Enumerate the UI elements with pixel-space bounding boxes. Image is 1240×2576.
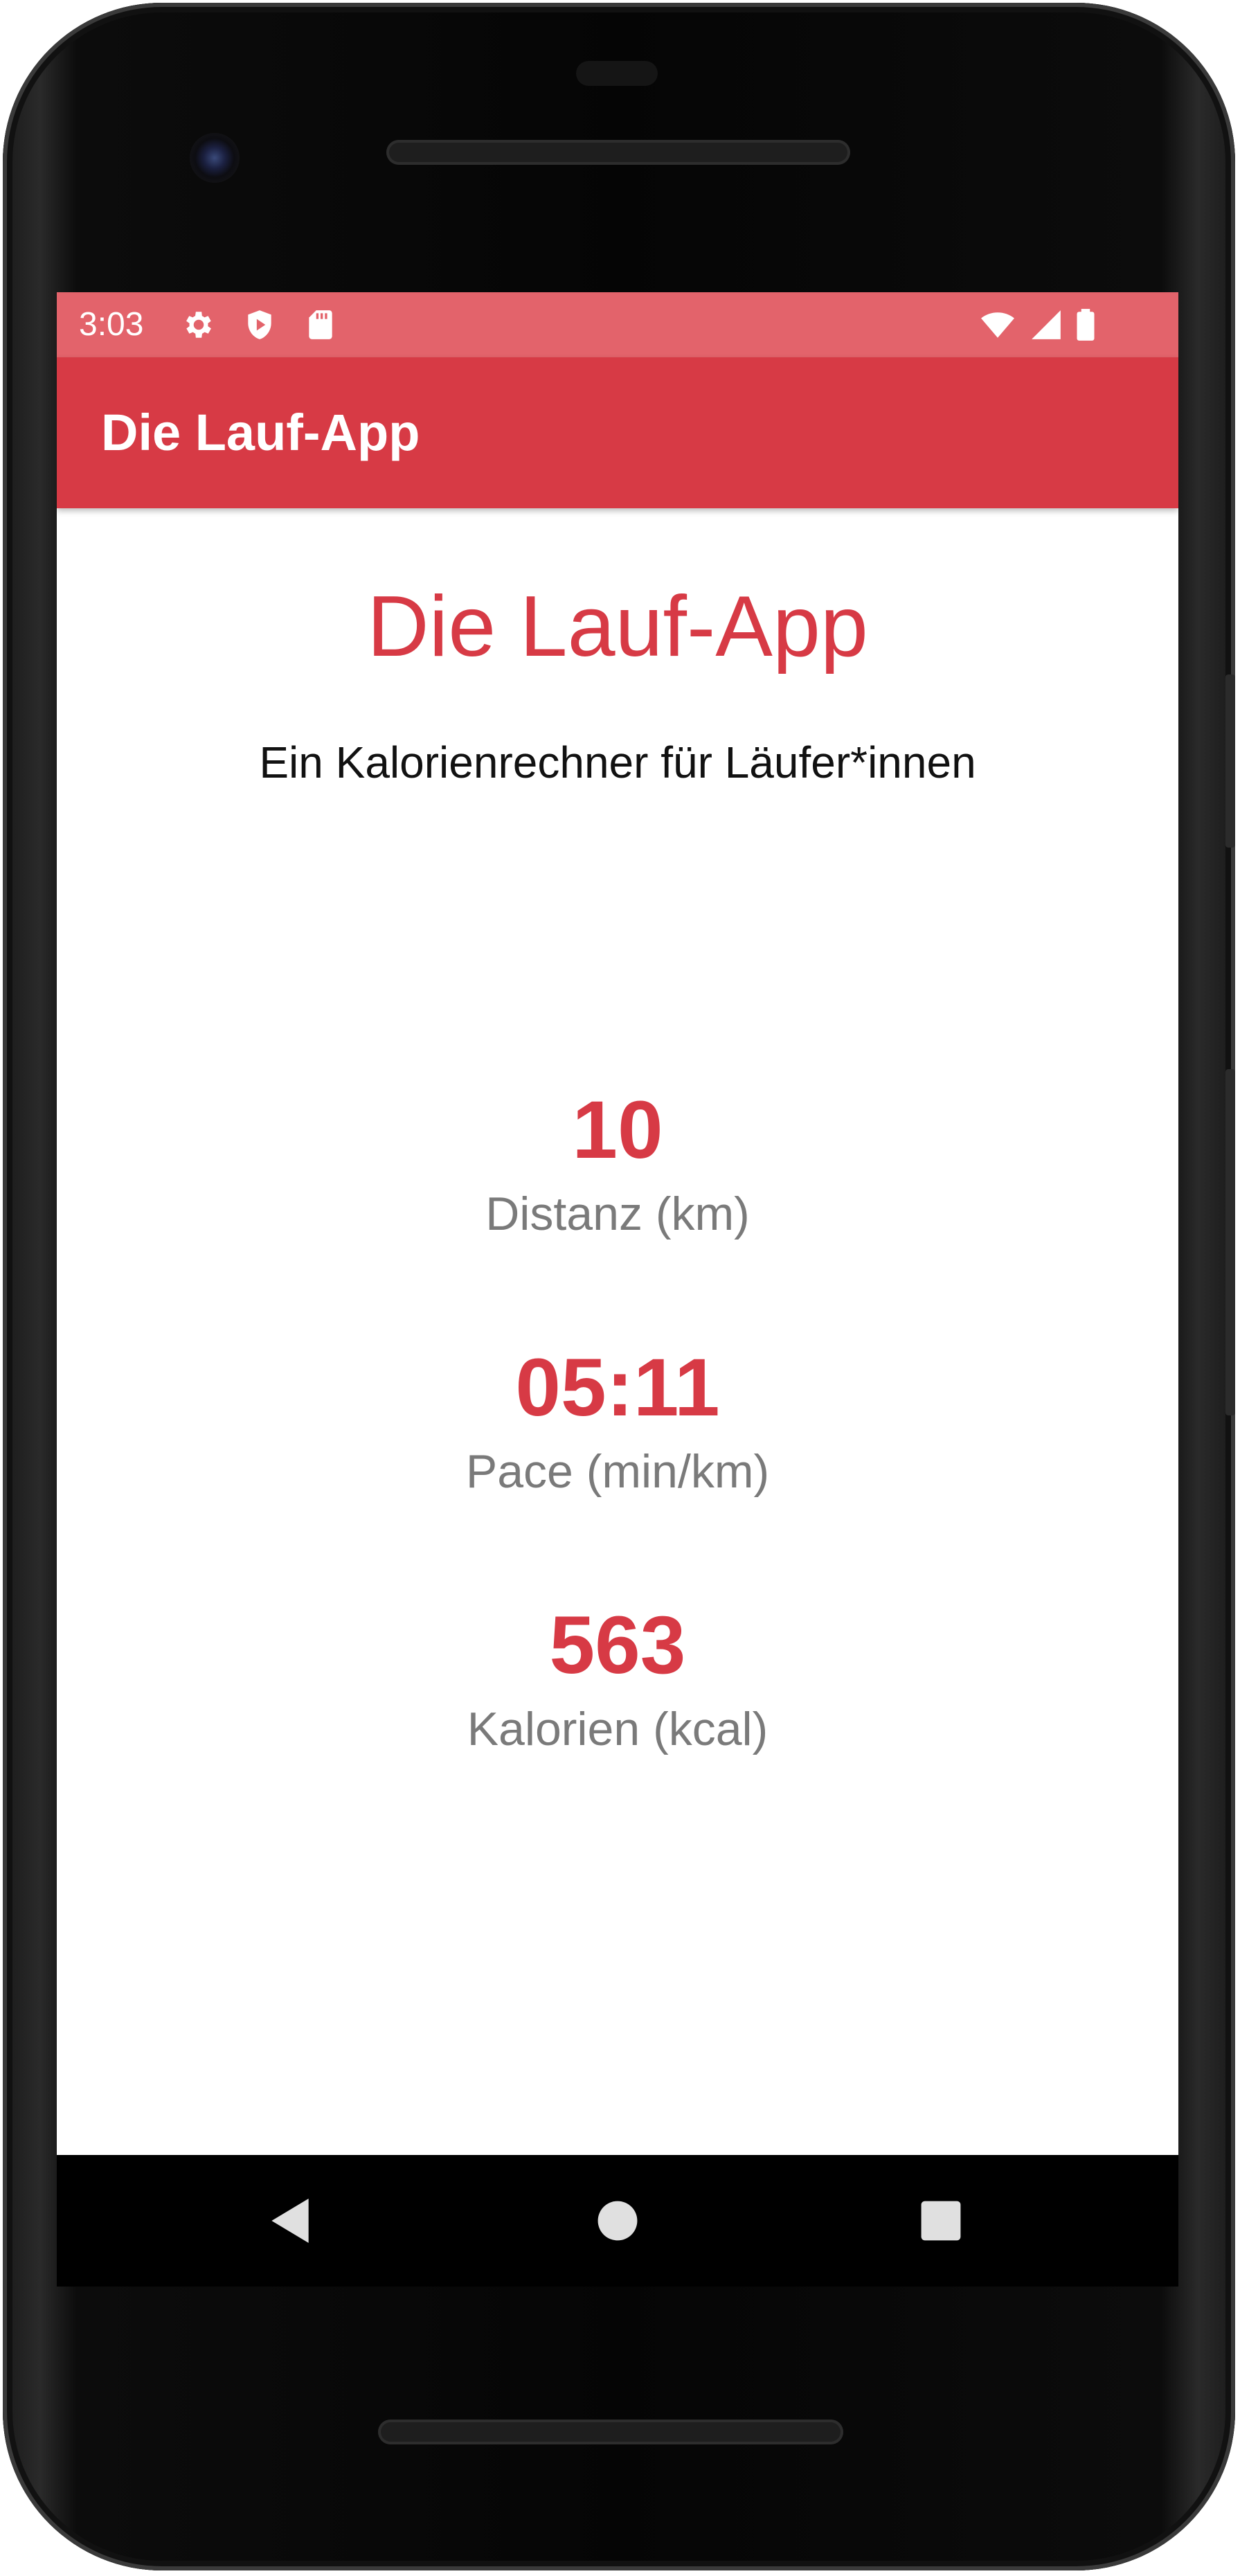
page-subtitle: Ein Kalorienrechner für Läufer*innen: [259, 737, 976, 787]
recents-icon: [921, 2201, 961, 2241]
distance-value: 10: [572, 1084, 663, 1176]
calories-label: Kalorien (kcal): [467, 1703, 769, 1755]
toolbar-title: Die Lauf-App: [101, 404, 420, 461]
home-icon: [597, 2201, 638, 2241]
system-navigation-bar: [57, 2155, 1178, 2287]
back-button[interactable]: [252, 2183, 328, 2259]
status-time: 3:03: [79, 306, 144, 343]
pace-value: 05:11: [515, 1342, 720, 1433]
app-screen: 3:03 Die Lauf-App Die Lauf-App Ein Kalor…: [57, 292, 1178, 2155]
back-icon: [271, 2199, 309, 2243]
shield-play-icon: [248, 310, 271, 339]
volume-button: [1225, 1069, 1235, 1415]
calories-value: 563: [549, 1600, 686, 1691]
distance-label: Distanz (km): [485, 1188, 750, 1240]
main-content: Die Lauf-App Ein Kalorienrechner für Läu…: [57, 508, 1178, 2155]
pace-label: Pace (min/km): [465, 1445, 770, 1498]
settings-gear-icon: [186, 312, 211, 338]
top-speaker-grille: [386, 140, 850, 165]
front-camera-icon: [190, 133, 240, 183]
recents-button[interactable]: [903, 2183, 979, 2259]
home-button[interactable]: [579, 2183, 656, 2259]
power-button: [1225, 674, 1235, 848]
app-toolbar: Die Lauf-App: [57, 357, 1178, 508]
phone-frame: 3:03 Die Lauf-App Die Lauf-App Ein Kalor…: [3, 3, 1235, 2570]
sd-card-icon: [309, 310, 332, 339]
cell-signal-icon: [1032, 310, 1061, 339]
battery-icon: [1077, 309, 1095, 341]
page-headline: Die Lauf-App: [367, 579, 868, 674]
proximity-sensor: [576, 61, 658, 86]
wifi-icon: [981, 312, 1014, 338]
bottom-speaker-grille: [378, 2420, 843, 2444]
status-bar: 3:03: [57, 292, 1178, 357]
